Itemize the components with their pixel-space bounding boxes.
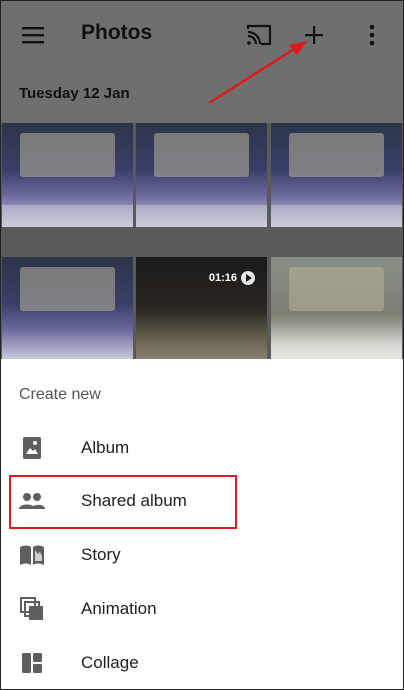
photo-floor (271, 205, 402, 227)
photo-banner (20, 267, 115, 311)
photo-banner (289, 133, 384, 177)
video-duration-label: 01:16 (208, 272, 237, 284)
stack-icon (19, 597, 45, 621)
photo-banner (20, 133, 115, 177)
play-icon (241, 271, 255, 285)
option-story[interactable]: Story (1, 529, 403, 581)
photo-thumbnail[interactable] (271, 123, 402, 227)
photo-grid: 01:16 (1, 123, 403, 361)
cast-icon[interactable] (243, 19, 275, 51)
photo-thumbnail[interactable] (271, 257, 402, 361)
date-label: Tuesday 12 Jan (19, 85, 130, 102)
app-bar: Photos (1, 1, 403, 69)
option-label: Story (81, 545, 121, 564)
option-animation[interactable]: Animation (1, 583, 403, 635)
collage-icon (19, 651, 45, 675)
option-label: Animation (81, 599, 157, 618)
shared-album-highlight-box (9, 475, 237, 529)
date-section-header: Tuesday 12 Jan (1, 69, 403, 123)
video-thumbnail[interactable]: 01:16 (136, 257, 267, 361)
menu-icon[interactable] (17, 19, 49, 51)
sheet-header: Create new (19, 386, 101, 403)
photo-thumbnail[interactable] (136, 123, 267, 227)
option-album[interactable]: Album (1, 422, 403, 474)
photo-thumbnail[interactable] (2, 257, 133, 361)
photo-floor (2, 205, 133, 227)
screen: Photos Tuesday 12 Jan 01:16 Create new A… (0, 0, 404, 690)
photo-banner (154, 133, 249, 177)
option-label: Album (81, 438, 130, 457)
book-icon (19, 543, 45, 567)
photo-thumbnail[interactable] (2, 123, 133, 227)
option-label: Collage (81, 653, 139, 672)
add-icon[interactable] (298, 19, 330, 51)
photo-floor (136, 205, 267, 227)
photo-banner (289, 267, 384, 311)
video-duration: 01:16 (209, 271, 255, 285)
page-title: Photos (81, 21, 153, 44)
photo-album-icon (19, 436, 45, 460)
option-collage[interactable]: Collage (1, 637, 403, 689)
more-vert-icon[interactable] (356, 19, 388, 51)
